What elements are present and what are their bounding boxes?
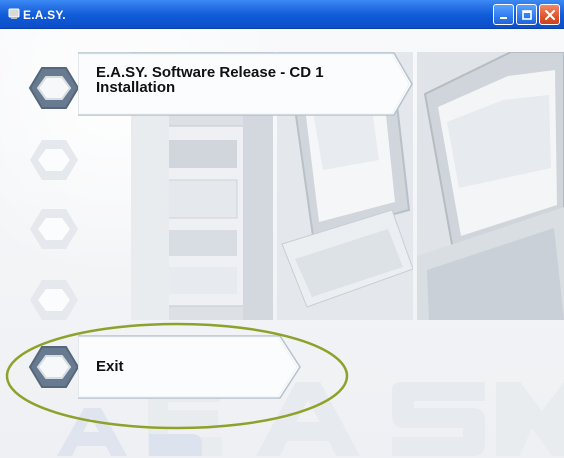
- maximize-button[interactable]: [516, 4, 537, 25]
- rugged-laptop-photo-panel: [417, 52, 564, 320]
- hexagon-icon[interactable]: [28, 276, 80, 324]
- close-icon: [545, 10, 555, 20]
- minimize-button[interactable]: [493, 4, 514, 25]
- rugged-laptop-image: [417, 52, 564, 320]
- minimize-icon: [500, 17, 507, 19]
- install-cd1-label: E.A.SY. Software Release - CD 1 Installa…: [96, 64, 324, 96]
- install-cd1-button[interactable]: E.A.SY. Software Release - CD 1 Installa…: [77, 52, 414, 116]
- hexagon-icon[interactable]: [28, 136, 80, 184]
- window-controls: [493, 4, 560, 25]
- exit-label: Exit: [96, 358, 124, 375]
- main-content: E.A.SY. Software Release - CD 1 Installa…: [0, 29, 564, 458]
- hexagon-icon[interactable]: [28, 343, 80, 391]
- close-button[interactable]: [539, 4, 560, 25]
- easy-window: E.A.SY. E.A.SY. Software Release - CD 1 …: [0, 0, 564, 458]
- hexagon-icon[interactable]: [28, 205, 80, 253]
- maximize-icon: [522, 10, 532, 20]
- app-icon: [8, 8, 20, 19]
- hexagon-icon[interactable]: [28, 64, 80, 112]
- title-bar[interactable]: E.A.SY.: [0, 0, 564, 29]
- window-title: E.A.SY.: [23, 8, 66, 22]
- exit-button[interactable]: Exit: [77, 335, 302, 399]
